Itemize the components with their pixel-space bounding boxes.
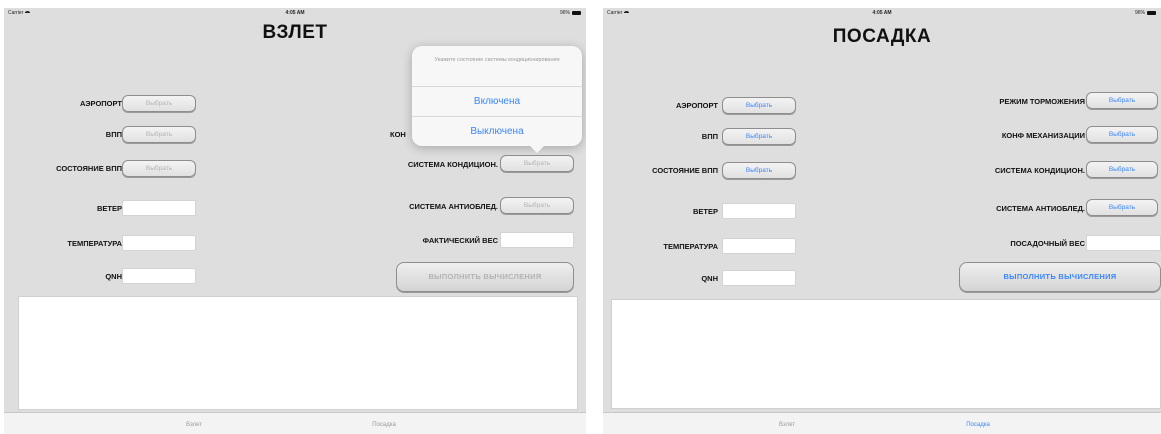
aircon-popover: Укажите состояние системы кондиционирова… [412, 46, 582, 153]
runway-condition-select-button[interactable]: Выбрать [722, 162, 796, 179]
battery-indicator: 96% [1135, 10, 1156, 16]
popover-title: Укажите состояние системы кондиционирова… [434, 57, 560, 63]
option-disabled[interactable]: Выключена [412, 116, 582, 146]
clock: 4:05 AM [285, 10, 305, 16]
label-braking-mode: РЕЖИМ ТОРМОЖЕНИЯ [999, 97, 1085, 106]
results-area [18, 296, 578, 410]
flaps-config-select-button[interactable]: Выбрать [1086, 126, 1158, 143]
label-runway-condition: СОСТОЯНИЕ ВПП [652, 166, 718, 175]
tab-landing[interactable]: Посадка [966, 422, 990, 428]
status-bar: Carrier 4:05 AM 96% [603, 8, 1161, 19]
label-qnh: QNH [701, 274, 718, 283]
popover-arrow [530, 146, 544, 153]
anti-ice-select-button[interactable]: Выбрать [1086, 199, 1158, 216]
label-landing-weight: ПОСАДОЧНЫЙ ВЕС [1010, 239, 1085, 248]
results-area [611, 299, 1161, 409]
label-wind: ВЕТЕР [692, 207, 718, 216]
tab-landing[interactable]: Посадка [372, 422, 396, 428]
battery-icon [1147, 10, 1156, 15]
qnh-input[interactable] [722, 270, 796, 286]
runway-condition-select-button[interactable]: Выбрать [122, 160, 196, 177]
calculate-button[interactable]: ВЫПОЛНИТЬ ВЫЧИСЛЕНИЯ [959, 262, 1161, 292]
wind-input[interactable] [122, 200, 196, 216]
label-aircon: СИСТЕМА КОНДИЦИОН. [407, 160, 498, 169]
landing-weight-input[interactable] [1086, 235, 1161, 251]
label-anti-ice: СИСТЕМА АНТИОБЛЕД. [409, 202, 498, 211]
aircon-select-button[interactable]: Выбрать [1086, 161, 1158, 178]
label-flaps-config: КОН [390, 130, 406, 139]
temperature-input[interactable] [122, 235, 196, 251]
option-enabled[interactable]: Включена [412, 86, 582, 116]
calculate-button[interactable]: ВЫПОЛНИТЬ ВЫЧИСЛЕНИЯ [396, 262, 574, 292]
braking-mode-select-button[interactable]: Выбрать [1086, 92, 1158, 109]
airport-select-button[interactable]: Выбрать [722, 97, 796, 114]
label-temperature: ТЕМПЕРАТУРА [663, 242, 718, 251]
label-airport: АЭРОПОРТ [675, 101, 718, 110]
label-aircon: СИСТЕМА КОНДИЦИОН. [994, 166, 1085, 175]
tab-takeoff[interactable]: Взлет [186, 422, 202, 428]
tab-takeoff[interactable]: Взлет [779, 422, 795, 428]
label-anti-ice: СИСТЕМА АНТИОБЛЕД. [996, 204, 1085, 213]
label-temperature: ТЕМПЕРАТУРА [67, 239, 122, 248]
carrier-label: Carrier [8, 10, 31, 16]
landing-screen: Carrier 4:05 AM 96% ПОСАДКА АЭРОПОРТ ВПП… [603, 8, 1161, 434]
label-runway-condition: СОСТОЯНИЕ ВПП [56, 164, 122, 173]
runway-select-button[interactable]: Выбрать [122, 126, 196, 143]
label-actual-weight: ФАКТИЧЕСКИЙ ВЕС [422, 236, 498, 245]
battery-icon [572, 10, 581, 15]
wifi-icon [624, 11, 630, 14]
label-wind: ВЕТЕР [96, 204, 122, 213]
airport-select-button[interactable]: Выбрать [122, 95, 196, 112]
actual-weight-input[interactable] [500, 232, 574, 248]
runway-select-button[interactable]: Выбрать [722, 128, 796, 145]
label-airport: АЭРОПОРТ [79, 99, 122, 108]
takeoff-screen: Carrier 4:05 AM 96% ВЗЛЕТ АЭРОПОРТ ВПП С… [4, 8, 586, 434]
tab-bar: Взлет Посадка [4, 412, 586, 434]
label-flaps-config: КОНФ МЕХАНИЗАЦИИ [1001, 131, 1085, 140]
battery-indicator: 96% [560, 10, 581, 16]
clock: 4:05 AM [872, 10, 892, 16]
anti-ice-select-button[interactable]: Выбрать [500, 197, 574, 214]
page-title: ПОСАДКА [832, 26, 932, 47]
wifi-icon [25, 11, 31, 14]
label-runway: ВПП [701, 132, 718, 141]
temperature-input[interactable] [722, 238, 796, 254]
wind-input[interactable] [722, 203, 796, 219]
tab-bar: Взлет Посадка [603, 412, 1161, 434]
label-runway: ВПП [105, 130, 122, 139]
status-bar: Carrier 4:05 AM 96% [4, 8, 586, 19]
qnh-input[interactable] [122, 268, 196, 284]
label-qnh: QNH [105, 272, 122, 281]
carrier-label: Carrier [607, 10, 630, 16]
page-title: ВЗЛЕТ [262, 22, 328, 43]
aircon-select-button[interactable]: Выбрать [500, 155, 574, 172]
